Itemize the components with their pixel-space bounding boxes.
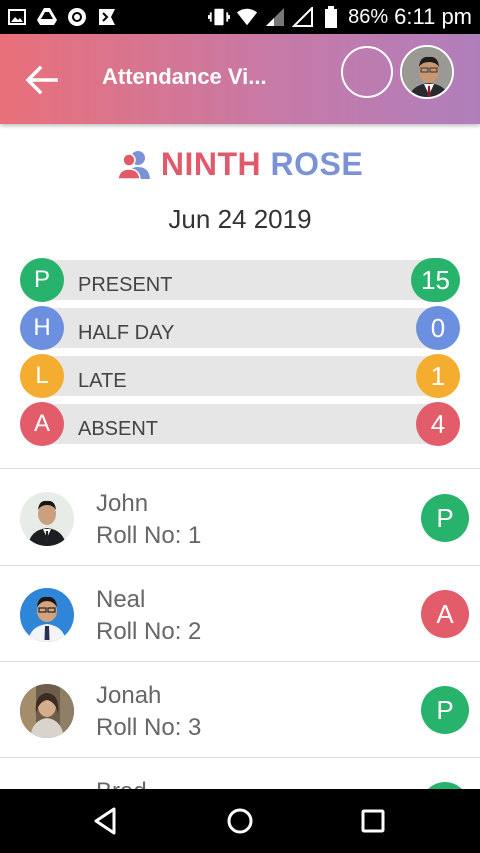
nav-recents-button[interactable] bbox=[357, 805, 389, 837]
signal-icon bbox=[264, 6, 286, 28]
summary-label: PRESENT bbox=[78, 274, 173, 296]
student-roll: Roll No: 3 bbox=[96, 714, 202, 741]
battery-percent: 86% bbox=[348, 5, 389, 28]
class-name-section: ROSE bbox=[270, 145, 364, 182]
nav-back-button[interactable] bbox=[90, 805, 122, 837]
attendance-date: Jun 24 2019 bbox=[168, 204, 312, 234]
absent-count: 4 bbox=[416, 402, 460, 446]
secondary-avatar-ring[interactable] bbox=[341, 46, 393, 98]
navigation-bar bbox=[0, 789, 480, 853]
late-count: 1 bbox=[416, 354, 460, 398]
back-button[interactable] bbox=[22, 60, 62, 100]
present-count: 15 bbox=[411, 258, 460, 302]
status-badge-present[interactable]: P bbox=[421, 686, 469, 734]
half-day-badge: H bbox=[20, 306, 64, 350]
drive-icon bbox=[36, 6, 58, 28]
gallery-icon bbox=[6, 6, 28, 28]
summary-label: ABSENT bbox=[78, 418, 159, 440]
status-right: 86% 6:11 pm bbox=[208, 0, 472, 34]
group-users-icon bbox=[117, 151, 150, 179]
class-name: NINTH ROSE bbox=[161, 146, 363, 183]
summary-row-absent[interactable]: A ABSENT 4 bbox=[20, 402, 460, 446]
clock: 6:11 pm bbox=[394, 4, 472, 29]
class-name-grade: NINTH bbox=[160, 145, 262, 182]
student-roll: Roll No: 2 bbox=[96, 618, 202, 645]
divider bbox=[0, 468, 480, 469]
class-header: NINTH ROSE bbox=[0, 142, 480, 186]
status-left-icons bbox=[6, 6, 118, 28]
summary-row-late[interactable]: L LATE 1 bbox=[20, 354, 460, 398]
present-badge: P bbox=[20, 258, 64, 302]
student-row[interactable]: Jonah Roll No: 3 P bbox=[0, 662, 480, 757]
circle-home-icon bbox=[227, 808, 253, 834]
student-avatar bbox=[20, 588, 74, 642]
flag-icon bbox=[96, 6, 118, 28]
attendance-screen: 86% 6:11 pm Attendance Vi... NINTH ROSE … bbox=[0, 0, 480, 853]
summary-label: HALF DAY bbox=[78, 322, 175, 344]
half-day-count: 0 bbox=[416, 306, 460, 350]
app-bar: Attendance Vi... bbox=[0, 34, 480, 124]
student-row[interactable]: Neal Roll No: 2 A bbox=[0, 566, 480, 661]
student-avatar bbox=[20, 492, 74, 546]
summary-row-half-day[interactable]: H HALF DAY 0 bbox=[20, 306, 460, 350]
battery-icon bbox=[320, 6, 342, 28]
page-title: Attendance Vi... bbox=[102, 64, 267, 89]
summary-row-present[interactable]: P PRESENT 15 bbox=[20, 258, 460, 302]
square-recents-icon bbox=[361, 809, 385, 833]
sync-icon bbox=[66, 6, 88, 28]
vibrate-icon bbox=[208, 6, 231, 28]
signal-empty-icon bbox=[292, 6, 314, 28]
student-roll: Roll No: 1 bbox=[96, 522, 202, 549]
student-name: Neal bbox=[96, 586, 146, 613]
student-row[interactable]: John Roll No: 1 P bbox=[0, 470, 480, 565]
status-bar: 86% 6:11 pm bbox=[0, 0, 480, 34]
triangle-back-icon bbox=[94, 807, 116, 835]
student-name: John bbox=[96, 490, 149, 517]
attendance-summary: P PRESENT 15 H HALF DAY 0 L LATE 1 A ABS… bbox=[20, 258, 460, 450]
summary-label: LATE bbox=[78, 370, 127, 392]
absent-badge: A bbox=[20, 402, 64, 446]
nav-home-button[interactable] bbox=[224, 805, 256, 837]
wifi-icon bbox=[236, 6, 258, 28]
student-avatar bbox=[20, 684, 74, 738]
status-badge-absent[interactable]: A bbox=[421, 590, 469, 638]
profile-avatar[interactable] bbox=[400, 45, 454, 99]
arrow-left-icon bbox=[25, 65, 58, 95]
late-badge: L bbox=[20, 354, 64, 398]
status-badge-present[interactable]: P bbox=[421, 494, 469, 542]
student-name: Jonah bbox=[96, 682, 162, 709]
